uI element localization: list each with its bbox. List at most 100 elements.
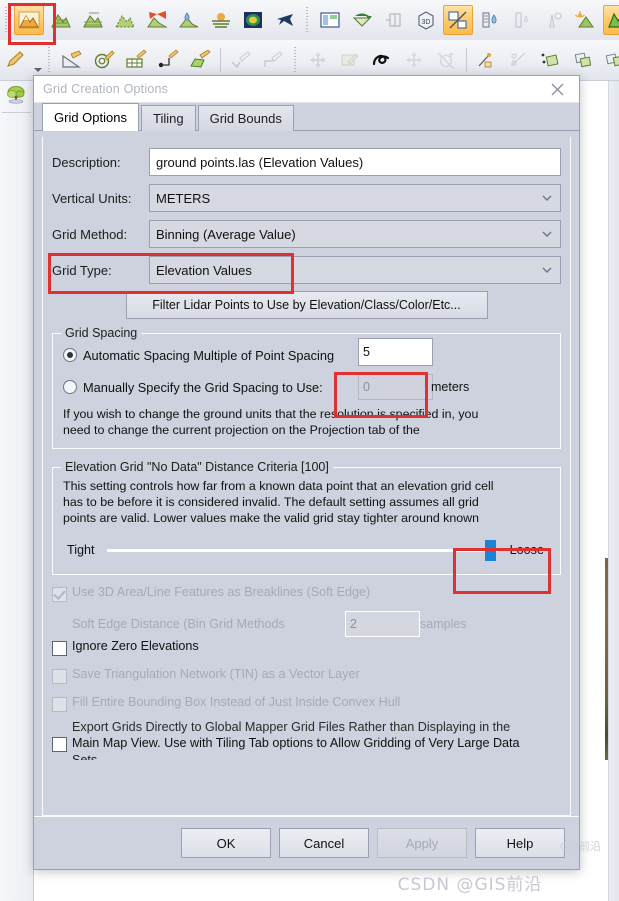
duplicate-shape-icon[interactable] xyxy=(568,45,598,75)
area-polygon-icon[interactable] xyxy=(185,45,215,75)
toolbar-grip[interactable] xyxy=(304,7,311,33)
help-button[interactable]: Help xyxy=(475,828,565,858)
manual-spacing-row[interactable]: Manually Specify the Grid Spacing to Use… xyxy=(63,374,550,400)
no-data-group-title: Elevation Grid "No Data" Distance Criter… xyxy=(61,460,333,474)
description-label: Description: xyxy=(52,154,121,170)
tab-grid-bounds[interactable]: Grid Bounds xyxy=(197,105,294,131)
rail-divider xyxy=(2,112,31,113)
grid-method-combo[interactable]: Binning (Average Value) xyxy=(149,220,561,248)
mountain-contour-icon[interactable] xyxy=(46,5,76,35)
automatic-spacing-input[interactable]: 5 xyxy=(358,338,433,366)
automatic-spacing-row[interactable]: Automatic Spacing Multiple of Point Spac… xyxy=(63,338,550,368)
move-feature-icon[interactable] xyxy=(399,45,429,75)
save-tin-row[interactable]: Save Triangulation Network (TIN) as a Ve… xyxy=(52,667,561,691)
fill-bounding-box-label: Fill Entire Bounding Box Instead of Just… xyxy=(72,695,401,709)
corner-pencil-icon[interactable] xyxy=(258,45,288,75)
tree-vegetation-icon[interactable] xyxy=(0,80,31,110)
airplane-path-icon[interactable] xyxy=(270,5,300,35)
mountain-grid-icon[interactable] xyxy=(78,5,108,35)
toolbar-grip[interactable] xyxy=(3,7,10,33)
sun-shadow-icon[interactable] xyxy=(571,5,601,35)
save-tin-checkbox[interactable] xyxy=(52,669,67,684)
dialog-title: Grid Creation Options xyxy=(43,82,169,96)
description-row: Description: ground points.las (Elevatio… xyxy=(52,147,561,177)
grid-type-value: Elevation Values xyxy=(156,262,252,278)
breaklines-checkbox[interactable] xyxy=(52,587,67,602)
grid-spacing-group-title: Grid Spacing xyxy=(61,326,142,340)
no-data-slider[interactable] xyxy=(106,539,498,561)
percent-slope-icon[interactable] xyxy=(443,5,473,35)
sunrise-terrain-icon[interactable] xyxy=(206,5,236,35)
toolbar-separator xyxy=(220,48,221,72)
path-node-icon[interactable] xyxy=(153,45,183,75)
grid-type-combo[interactable]: Elevation Values xyxy=(149,256,561,284)
projection-note-line1: If you wish to change the ground units t… xyxy=(63,407,479,421)
weather-tower-icon[interactable] xyxy=(539,5,569,35)
ok-button[interactable]: OK xyxy=(181,828,271,858)
save-tin-label: Save Triangulation Network (TIN) as a Ve… xyxy=(72,667,360,681)
water-level-rise-icon[interactable] xyxy=(475,5,505,35)
manual-spacing-radio[interactable] xyxy=(63,380,77,394)
toolbar-grip[interactable] xyxy=(46,47,53,73)
automatic-spacing-label: Automatic Spacing Multiple of Point Spac… xyxy=(83,347,335,363)
mountain-dashed-icon[interactable] xyxy=(110,5,140,35)
lasso-select-icon[interactable] xyxy=(367,45,397,75)
cut-line-icon[interactable] xyxy=(504,45,534,75)
pencil-dropdown-arrow-icon[interactable] xyxy=(32,46,43,75)
mountain-orange-icon[interactable] xyxy=(14,5,44,35)
chevron-down-icon xyxy=(540,227,554,241)
vertical-units-combo[interactable]: METERS xyxy=(149,184,561,212)
left-toolbar-rail xyxy=(0,80,34,901)
measure-angle-icon[interactable] xyxy=(57,45,87,75)
ignore-zero-elevations-row[interactable]: Ignore Zero Elevations xyxy=(52,639,561,663)
swap-arrows-icon[interactable] xyxy=(347,5,377,35)
export-grids-row[interactable]: Export Grids Directly to Global Mapper G… xyxy=(52,720,561,765)
cross-section-icon[interactable] xyxy=(379,5,409,35)
toolbar-grip[interactable] xyxy=(292,47,299,73)
close-icon[interactable] xyxy=(535,77,579,102)
slider-thumb[interactable] xyxy=(484,539,496,561)
map-vertical-scrollbar[interactable] xyxy=(608,80,619,901)
rectangle-arrow-icon[interactable] xyxy=(335,45,365,75)
automatic-spacing-radio[interactable] xyxy=(63,348,77,362)
cube-3d-icon[interactable]: 3D xyxy=(411,5,441,35)
manual-spacing-input[interactable]: 0 xyxy=(358,374,433,400)
target-circle-icon[interactable] xyxy=(89,45,119,75)
water-level-icon[interactable] xyxy=(507,5,537,35)
grid-method-value: Binning (Average Value) xyxy=(156,226,296,242)
viewshed-cone-icon[interactable] xyxy=(142,5,172,35)
description-input[interactable]: ground points.las (Elevation Values) xyxy=(149,148,561,176)
add-vertex-icon[interactable] xyxy=(472,45,502,75)
chevron-down-icon xyxy=(540,263,554,277)
copy-shape-icon[interactable] xyxy=(536,45,566,75)
svg-text:3D: 3D xyxy=(422,19,431,26)
soft-edge-distance-input[interactable]: 2 xyxy=(345,611,420,637)
no-data-desc-line1: This setting controls how far from a kno… xyxy=(63,479,494,493)
water-drop-terrain-icon[interactable] xyxy=(174,5,204,35)
color-ramp-icon[interactable] xyxy=(238,5,268,35)
layout-panels-icon[interactable] xyxy=(315,5,345,35)
tab-tiling[interactable]: Tiling xyxy=(140,105,196,131)
green-mountain-icon[interactable] xyxy=(603,5,619,35)
grid-table-icon[interactable] xyxy=(121,45,151,75)
ignore-zero-elevations-checkbox[interactable] xyxy=(52,641,67,656)
fill-bounding-box-row[interactable]: Fill Entire Bounding Box Instead of Just… xyxy=(52,695,561,719)
grid-method-row: Grid Method: Binning (Average Value) xyxy=(52,219,561,249)
ignore-zero-elevations-label: Ignore Zero Elevations xyxy=(72,639,199,653)
fill-bounding-box-checkbox[interactable] xyxy=(52,697,67,712)
breaklines-checkbox-row[interactable]: Use 3D Area/Line Features as Breaklines … xyxy=(52,585,561,609)
filter-lidar-points-button[interactable]: Filter Lidar Points to Use by Elevation/… xyxy=(125,291,488,319)
rotate-feature-icon[interactable] xyxy=(431,45,461,75)
dialog-tabstrip: Grid Options Tiling Grid Bounds xyxy=(34,103,579,131)
slider-max-label: Loose xyxy=(509,543,544,557)
check-pencil-icon[interactable] xyxy=(226,45,256,75)
dialog-titlebar[interactable]: Grid Creation Options xyxy=(34,76,579,103)
projection-note-line2: need to change the current projection on… xyxy=(63,423,420,437)
tab-grid-options[interactable]: Grid Options xyxy=(42,103,139,131)
stack-shape-icon[interactable] xyxy=(600,45,619,75)
export-grids-line1: Export Grids Directly to Global Mapper G… xyxy=(72,720,511,734)
pencil-edit-icon[interactable] xyxy=(1,45,31,75)
export-grids-checkbox[interactable] xyxy=(52,737,67,752)
pan-move-icon[interactable] xyxy=(303,45,333,75)
cancel-button[interactable]: Cancel xyxy=(279,828,369,858)
